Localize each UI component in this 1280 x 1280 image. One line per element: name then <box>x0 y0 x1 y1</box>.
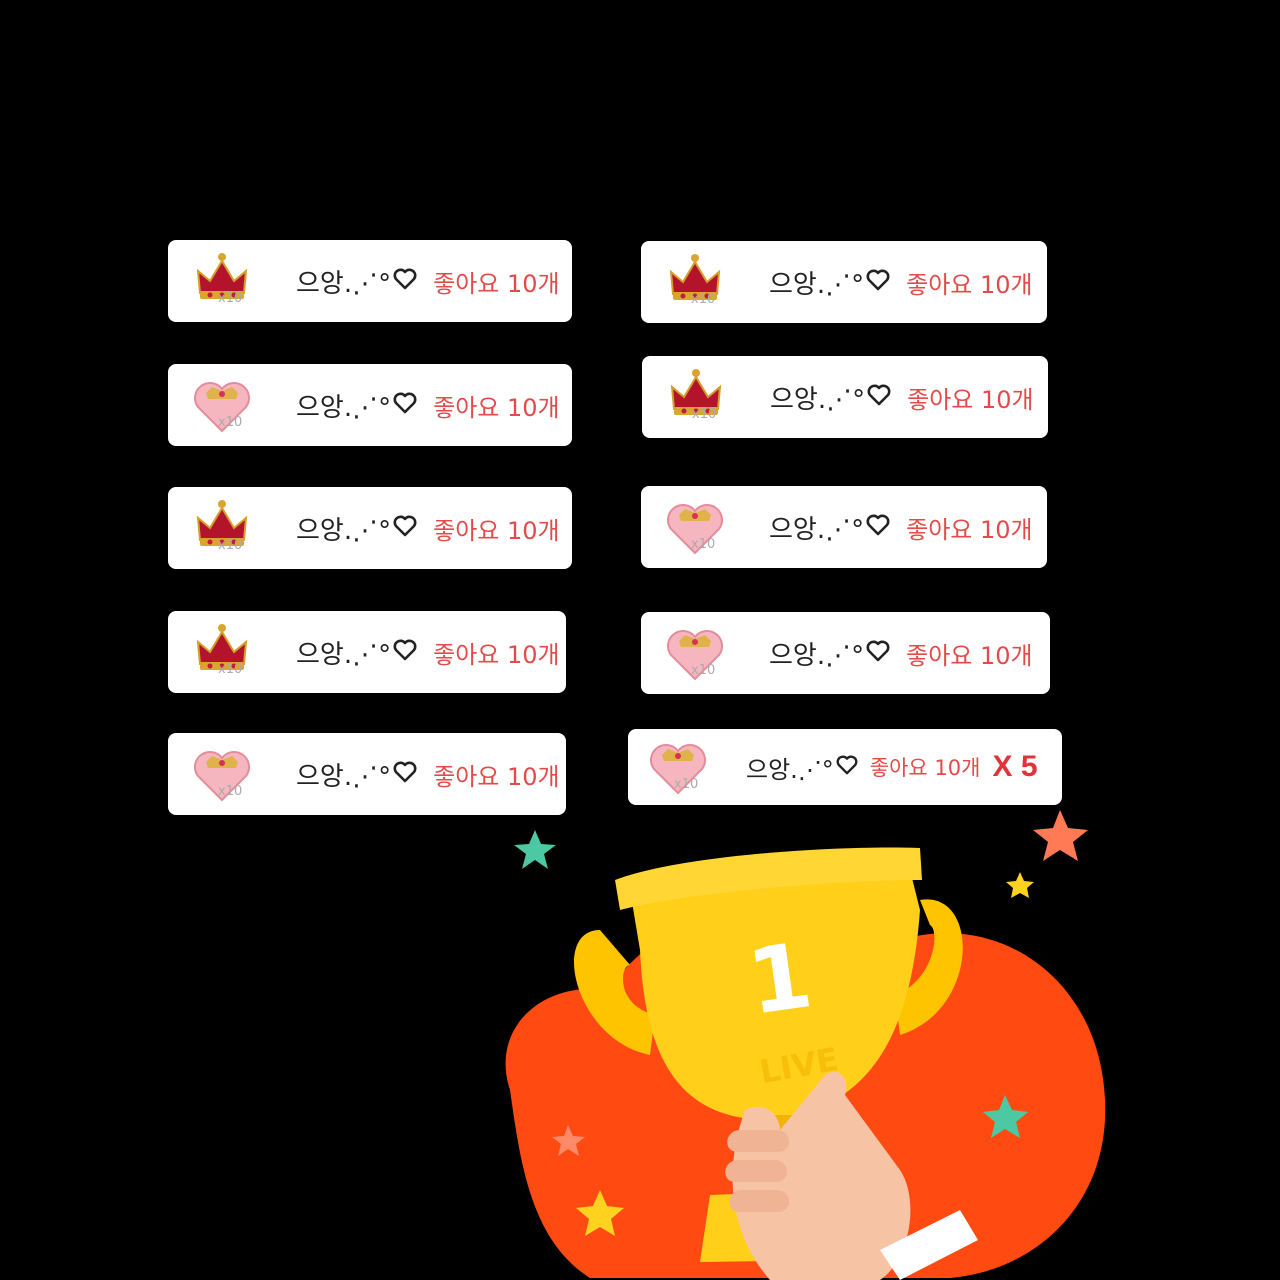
likes-count: 좋아요 10개 <box>906 515 1033 544</box>
heart-icon <box>393 392 417 418</box>
gift-count: x10 <box>218 538 243 553</box>
heart-icon <box>866 514 890 540</box>
likes-count: 좋아요 10개 <box>906 270 1033 299</box>
user-name: 으앙.⋰° <box>296 268 392 299</box>
likes-count: 좋아요 10개 <box>433 516 560 545</box>
heart-icon <box>393 639 417 665</box>
star-icon <box>514 830 556 869</box>
gift-card: x10 으앙.⋰° 좋아요 10개 X 5 <box>628 729 1062 805</box>
gift-card: x10 으앙.⋰° 좋아요 10개 <box>641 612 1050 694</box>
gift-count: x10 <box>691 537 716 552</box>
crown-gift-icon: x10 <box>663 250 727 314</box>
heart-icon <box>393 268 417 294</box>
likes-count: 좋아요 10개 <box>433 640 560 669</box>
trophy-illustration: 1 LIVE <box>480 800 1120 1280</box>
user-name: 으앙.⋰° <box>296 392 392 423</box>
user-name: 으앙.⋰° <box>769 269 865 300</box>
stage: x10 으앙.⋰° 좋아요 10개 x10 으앙.⋰° 좋아요 10개 x10 … <box>0 0 1280 1280</box>
gift-count: x10 <box>218 291 243 306</box>
gift-count: x10 <box>218 415 243 430</box>
heart-icon <box>393 515 417 541</box>
star-icon <box>1006 872 1034 898</box>
gift-count: x10 <box>692 407 717 422</box>
gift-count: x10 <box>691 292 716 307</box>
gift-card: x10 으앙.⋰° 좋아요 10개 <box>642 356 1048 438</box>
gift-card: x10 으앙.⋰° 좋아요 10개 <box>168 240 572 322</box>
gift-count: x10 <box>218 662 243 677</box>
crown-gift-icon: x10 <box>664 365 728 429</box>
gift-card: x10 으앙.⋰° 좋아요 10개 <box>168 364 572 446</box>
pink-heart-gift-icon: x10 <box>646 735 710 799</box>
gift-count: x10 <box>691 663 716 678</box>
heart-icon <box>836 755 858 779</box>
likes-count: 좋아요 10개 <box>906 641 1033 670</box>
star-icon <box>1033 810 1088 861</box>
gift-card: x10 으앙.⋰° 좋아요 10개 <box>641 241 1047 323</box>
heart-icon <box>866 640 890 666</box>
crown-gift-icon: x10 <box>190 496 254 560</box>
user-name: 으앙.⋰° <box>296 761 392 792</box>
user-name: 으앙.⋰° <box>296 515 392 546</box>
heart-icon <box>866 269 890 295</box>
gift-count: x10 <box>218 784 243 799</box>
pink-heart-gift-icon: x10 <box>190 742 254 806</box>
likes-count: 좋아요 10개 <box>433 762 560 791</box>
gift-card: x10 으앙.⋰° 좋아요 10개 <box>168 487 572 569</box>
user-name: 으앙.⋰° <box>770 384 866 415</box>
user-name: 으앙.⋰° <box>296 639 392 670</box>
gift-count: x10 <box>674 777 699 792</box>
pink-heart-gift-icon: x10 <box>663 495 727 559</box>
likes-count: 좋아요 10개 <box>433 393 560 422</box>
likes-count: 좋아요 10개 <box>433 269 560 298</box>
likes-count: 좋아요 10개 <box>869 756 981 780</box>
user-name: 으앙.⋰° <box>746 755 834 784</box>
pink-heart-gift-icon: x10 <box>190 373 254 437</box>
gift-card: x10 으앙.⋰° 좋아요 10개 <box>168 611 566 693</box>
user-name: 으앙.⋰° <box>769 640 865 671</box>
gift-card: x10 으앙.⋰° 좋아요 10개 <box>641 486 1047 568</box>
heart-icon <box>867 384 891 410</box>
likes-count: 좋아요 10개 <box>907 385 1034 414</box>
crown-gift-icon: x10 <box>190 249 254 313</box>
crown-gift-icon: x10 <box>190 620 254 684</box>
user-name: 으앙.⋰° <box>769 514 865 545</box>
pink-heart-gift-icon: x10 <box>663 621 727 685</box>
multiplier-badge: X 5 <box>992 750 1038 783</box>
heart-icon <box>393 761 417 787</box>
